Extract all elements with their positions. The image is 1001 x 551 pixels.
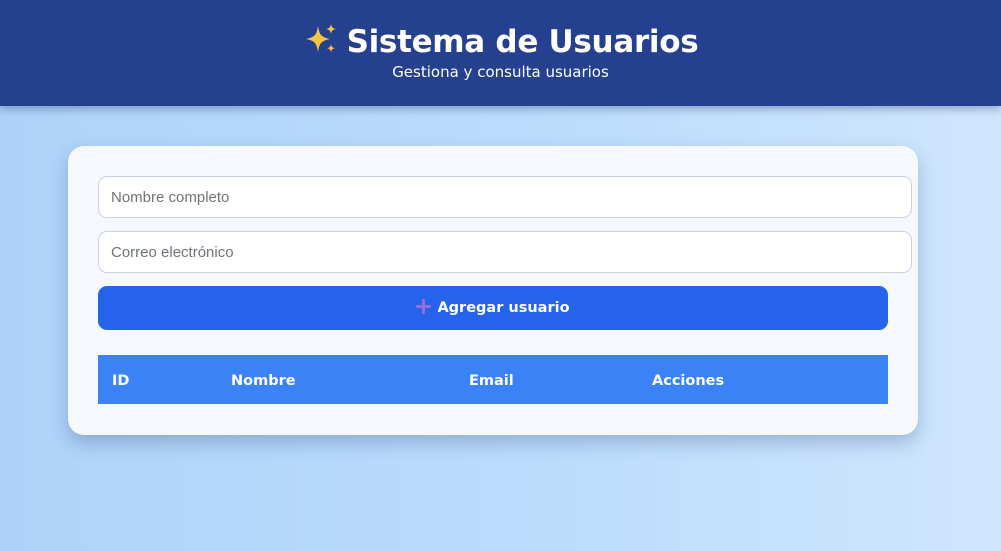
plus-icon: [416, 288, 432, 314]
column-header-nombre: Nombre: [231, 373, 296, 389]
name-input[interactable]: [98, 176, 912, 218]
app-header: Sistema de Usuarios Gestiona y consulta …: [0, 0, 1001, 106]
column-header-acciones: Acciones: [652, 373, 725, 389]
users-table-header: ID Nombre Email Acciones: [98, 355, 888, 404]
sparkles-icon: [303, 22, 339, 56]
column-header-id: ID: [112, 373, 130, 389]
app-title-text: Sistema de Usuarios: [346, 24, 699, 60]
email-input[interactable]: [98, 231, 912, 273]
page-title: Sistema de Usuarios: [0, 22, 1001, 61]
user-form-card: Agregar usuario ID Nombre Email Acciones: [68, 146, 918, 435]
add-user-button[interactable]: Agregar usuario: [98, 286, 888, 330]
page-subtitle: Gestiona y consulta usuarios: [392, 63, 609, 81]
add-user-button-label: Agregar usuario: [437, 300, 570, 316]
column-header-email: Email: [469, 373, 514, 389]
